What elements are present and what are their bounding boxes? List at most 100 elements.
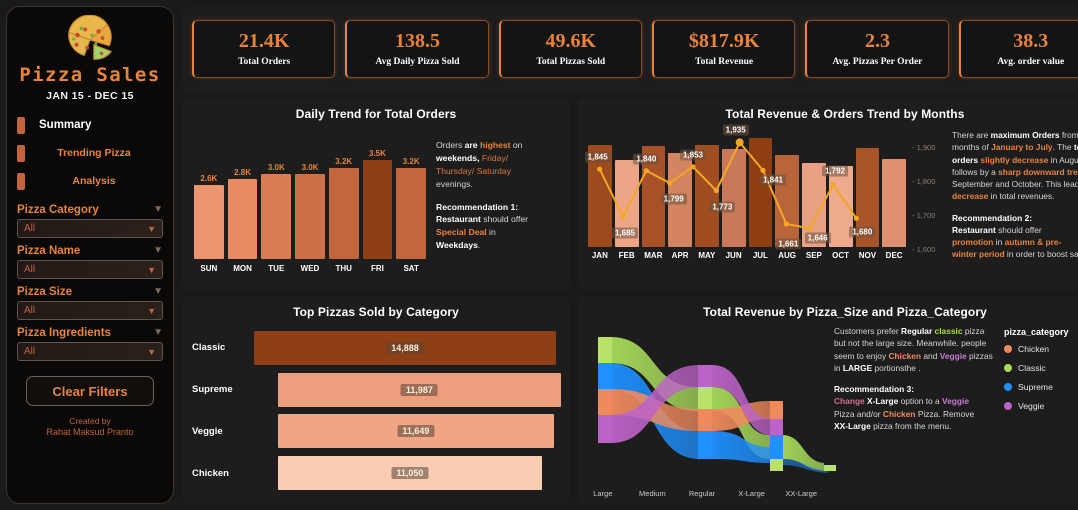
bar[interactable] [362, 159, 393, 259]
kpi-avg-order-value[interactable]: 38.3 Avg. order value [958, 20, 1078, 78]
line-value-label: 1,841 [759, 174, 787, 186]
horizontal-bar[interactable]: 11,987 [278, 372, 561, 407]
bar[interactable] [227, 179, 258, 259]
legend-label: Supreme [1018, 382, 1053, 392]
select-value: All [24, 223, 36, 234]
x-axis-label: WED [300, 264, 320, 273]
line-point[interactable] [713, 187, 719, 194]
legend-item[interactable]: Classic [1004, 363, 1078, 373]
filter-header[interactable]: Pizza Category ▼ [17, 204, 163, 216]
bar-column[interactable]: 3.2K [328, 127, 359, 259]
line-point[interactable] [783, 221, 789, 227]
x-axis-label: DEC [885, 251, 903, 260]
bar-column[interactable]: 3.0K [261, 127, 292, 259]
monthly-trend-chart[interactable]: 1,845 1,685 1,840 1,799 1,853 1,773 1,935 1,841… [578, 121, 912, 290]
sidebar-item-analysis[interactable]: Analysis [17, 170, 163, 192]
pizza-name-select[interactable]: All ▼ [17, 260, 163, 279]
line-value-label: 1,773 [709, 201, 736, 213]
kpi-total-pizzas-sold[interactable]: 49.6K Total Pizzas Sold [498, 20, 642, 78]
line-point[interactable] [807, 225, 813, 231]
month-bar[interactable] [882, 158, 906, 247]
month-bar-column[interactable] [882, 125, 906, 247]
bar[interactable] [396, 168, 427, 259]
chevron-down-icon: ▼ [153, 327, 163, 338]
monthly-trend-panel: Total Revenue & Orders Trend by Months 1… [578, 98, 1078, 290]
daily-trend-chart[interactable]: 2.6K 2.8K 3.0K 3.0K 3.2K 3.5K 3.2K SUN MON TUE WE… [182, 121, 434, 290]
chevron-down-icon: ▼ [153, 245, 163, 256]
line-point[interactable] [760, 167, 766, 173]
line-point[interactable] [620, 214, 626, 220]
line-point[interactable] [690, 164, 696, 170]
monthly-y-axis: 1,900 1,800 1,700 1,600 [912, 121, 946, 290]
bar-value-label: 14,888 [386, 341, 424, 354]
line-point[interactable] [643, 168, 649, 174]
line-point[interactable] [597, 166, 603, 172]
bar-column[interactable]: 3.5K [362, 127, 393, 259]
sankey-annotation: Customers prefer Regular classic pizza b… [826, 319, 1002, 504]
horizontal-bar[interactable]: 11,649 [278, 414, 554, 449]
bar-value-label: 2.8K [234, 168, 252, 178]
category-label: Veggie [192, 425, 223, 437]
kpi-total-orders[interactable]: 21.4K Total Orders [192, 20, 336, 78]
bar[interactable] [295, 173, 325, 259]
kpi-total-revenue[interactable]: $817.9K Total Revenue [651, 20, 796, 78]
kpi-avg-pizzas-per-order[interactable]: 2.3 Avg. Pizzas Per Order [805, 20, 949, 78]
daily-trend-title: Daily Trend for Total Orders [295, 107, 457, 121]
bar[interactable] [194, 185, 224, 259]
line-value-label: 1,792 [821, 165, 849, 177]
bar-column[interactable]: 2.6K [194, 127, 224, 259]
bar-column[interactable]: 3.2K [396, 127, 427, 259]
kpi-label: Total Pizzas Sold [536, 57, 606, 67]
legend-title: pizza_category [1004, 327, 1069, 337]
sankey-stage-label: XX-Large [785, 489, 818, 498]
bar-value-label: 11,649 [397, 425, 435, 438]
daily-trend-panel: Daily Trend for Total Orders 2.6K 2.8K 3.0… [182, 98, 570, 290]
horizontal-bar[interactable]: 14,888 [254, 330, 556, 365]
sidebar-item-summary[interactable]: Summary [17, 114, 163, 136]
y-axis-tick: 1,800 [912, 177, 936, 186]
x-axis-label: FRI [371, 264, 384, 273]
kpi-value: 21.4K [238, 30, 290, 52]
line-point[interactable] [830, 182, 836, 188]
horizontal-bar[interactable]: 11,050 [278, 456, 542, 491]
top-pizza-row[interactable]: Chicken 11,050 [192, 456, 556, 491]
top-pizza-row[interactable]: Classic 14,888 [192, 330, 556, 365]
legend-label: Veggie [1018, 401, 1045, 411]
filter-header[interactable]: Pizza Size ▼ [17, 286, 163, 298]
sankey-panel: Total Revenue by Pizza_Size and Pizza_Ca… [578, 296, 1078, 504]
legend-item[interactable]: Supreme [1004, 382, 1078, 392]
y-axis-tick: 1,900 [912, 143, 936, 152]
y-axis-tick: 1,600 [912, 245, 936, 254]
bar-value-label: 3.5K [369, 148, 386, 158]
bar[interactable] [261, 173, 292, 259]
line-point[interactable] [667, 180, 673, 186]
kpi-label: Total Revenue [695, 57, 754, 67]
line-point[interactable] [853, 215, 859, 221]
category-label: Classic [192, 342, 226, 354]
chevron-down-icon: ▼ [153, 286, 163, 297]
sankey-stage-label: Medium [639, 489, 666, 498]
bar-column[interactable]: 2.8K [227, 127, 258, 259]
clear-filters-button[interactable]: Clear Filters [26, 376, 154, 406]
legend-item[interactable]: Veggie [1004, 401, 1078, 411]
top-pizzas-chart[interactable]: Classic 14,888 Supreme 11,987 Veggie 11,649 Ch… [182, 319, 570, 504]
pizza-category-select[interactable]: All ▼ [17, 219, 163, 238]
sankey-chart[interactable]: Large Medium Regular X-Large XX-Large [578, 319, 836, 504]
bar-column[interactable]: 3.0K [295, 127, 325, 259]
sidebar-item-trending-pizza[interactable]: Trending Pizza [17, 142, 163, 164]
top-pizza-row[interactable]: Supreme 11,987 [192, 372, 561, 407]
kpi-avg-daily-pizza-sold[interactable]: 138.5 Avg Daily Pizza Sold [345, 20, 489, 78]
top-pizza-row[interactable]: Veggie 11,649 [192, 414, 556, 449]
x-axis-label: AUG [778, 251, 797, 260]
nav-marker-icon [17, 172, 25, 190]
filter-header[interactable]: Pizza Name ▼ [17, 245, 163, 257]
sankey-stage-label: Large [593, 489, 613, 498]
pizza-ingredients-select[interactable]: All ▼ [17, 342, 163, 361]
legend-item[interactable]: Chicken [1004, 344, 1078, 354]
kpi-label: Avg. Pizzas Per Order [832, 57, 923, 67]
line-point[interactable] [735, 138, 744, 147]
pizza-size-select[interactable]: All ▼ [17, 301, 163, 320]
bar[interactable] [328, 168, 359, 259]
sankey-x-labels: Large Medium Regular X-Large XX-Large [578, 489, 826, 498]
filter-header[interactable]: Pizza Ingredients ▼ [17, 327, 163, 339]
